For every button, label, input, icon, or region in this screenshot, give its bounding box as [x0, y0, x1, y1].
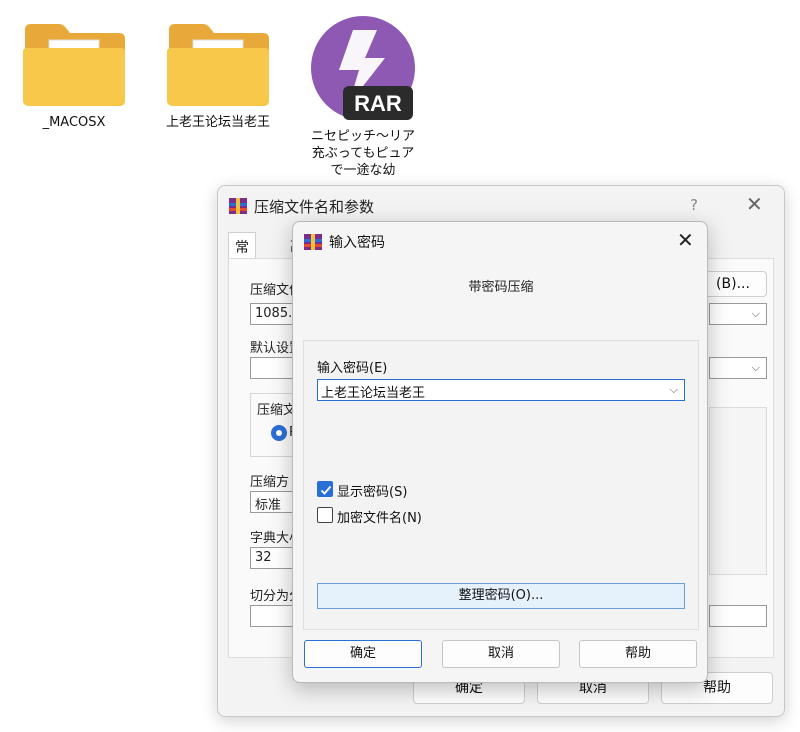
chevron-down-icon: ⌵: [751, 361, 760, 374]
rar-badge-text: RAR: [354, 91, 402, 116]
compression-method-label: 压缩方: [250, 475, 290, 490]
desktop-icon-folder[interactable]: 上老王论坛当老王: [158, 22, 278, 131]
dialog-title: 压缩文件名和参数: [254, 198, 375, 216]
show-password-label: 显示密码(S): [337, 485, 408, 500]
desktop-icon-label: ニセピッチ～リア充ぶってもピュアで一途な幼: [310, 129, 415, 178]
help-question-button[interactable]: ?: [690, 196, 698, 214]
winrar-app-icon: [229, 198, 247, 214]
encrypt-filenames-checkbox[interactable]: [317, 507, 333, 523]
close-button[interactable]: ✕: [746, 192, 763, 216]
winrar-app-icon: [304, 234, 322, 250]
desktop-icon-label: 上老王论坛当老王: [165, 115, 270, 130]
cancel-button[interactable]: 取消: [442, 640, 560, 668]
desktop-icon-label: _MACOSX: [42, 115, 106, 130]
chevron-down-icon[interactable]: ⌵: [670, 383, 678, 397]
format-rar-radio[interactable]: [271, 425, 287, 441]
dialog-title: 输入密码: [329, 235, 385, 251]
close-button[interactable]: ✕: [677, 228, 694, 252]
update-mode-select[interactable]: ⌵: [709, 357, 767, 379]
enter-password-dialog: 输入密码 ✕ 带密码压缩 输入密码(E) 上老王论坛当老王 ⌵ 显示密码(S) …: [292, 221, 708, 683]
titlebar: 压缩文件名和参数 ? ✕: [218, 186, 784, 226]
desktop-icon-rar-archive[interactable]: RAR ニセピッチ～リア充ぶってもピュアで一途な幼: [303, 12, 423, 180]
password-group: 输入密码(E) 上老王论坛当老王 ⌵ 显示密码(S) 加密文件名(N) 整理密码…: [303, 340, 699, 630]
folder-icon: [165, 22, 271, 106]
show-password-checkbox[interactable]: [317, 481, 333, 497]
archive-options-list: [709, 407, 767, 575]
radio-dot: [276, 430, 282, 436]
right-lower-input[interactable]: [709, 605, 767, 627]
browse-button[interactable]: (B)...: [699, 271, 767, 297]
ok-button[interactable]: 确定: [304, 640, 422, 668]
help-button[interactable]: 帮助: [579, 640, 697, 668]
desktop-icon-macosx[interactable]: _MACOSX: [14, 22, 134, 131]
archive-name-dropdown-right[interactable]: ⌵: [709, 303, 767, 325]
rar-file-icon: RAR: [309, 12, 417, 120]
password-label: 输入密码(E): [317, 361, 388, 376]
chevron-down-icon: ⌵: [751, 307, 760, 320]
dialog-heading: 带密码压缩: [468, 280, 534, 295]
archive-format-label: 压缩文: [257, 403, 297, 418]
checkmark-icon: [320, 485, 332, 495]
encrypt-filenames-label: 加密文件名(N): [337, 511, 422, 526]
password-input[interactable]: 上老王论坛当老王 ⌵: [317, 379, 685, 401]
password-value: 上老王论坛当老王: [321, 386, 426, 401]
titlebar: 输入密码 ✕: [293, 222, 707, 260]
organize-passwords-button[interactable]: 整理密码(O)...: [317, 583, 685, 609]
folder-icon: [21, 22, 127, 106]
